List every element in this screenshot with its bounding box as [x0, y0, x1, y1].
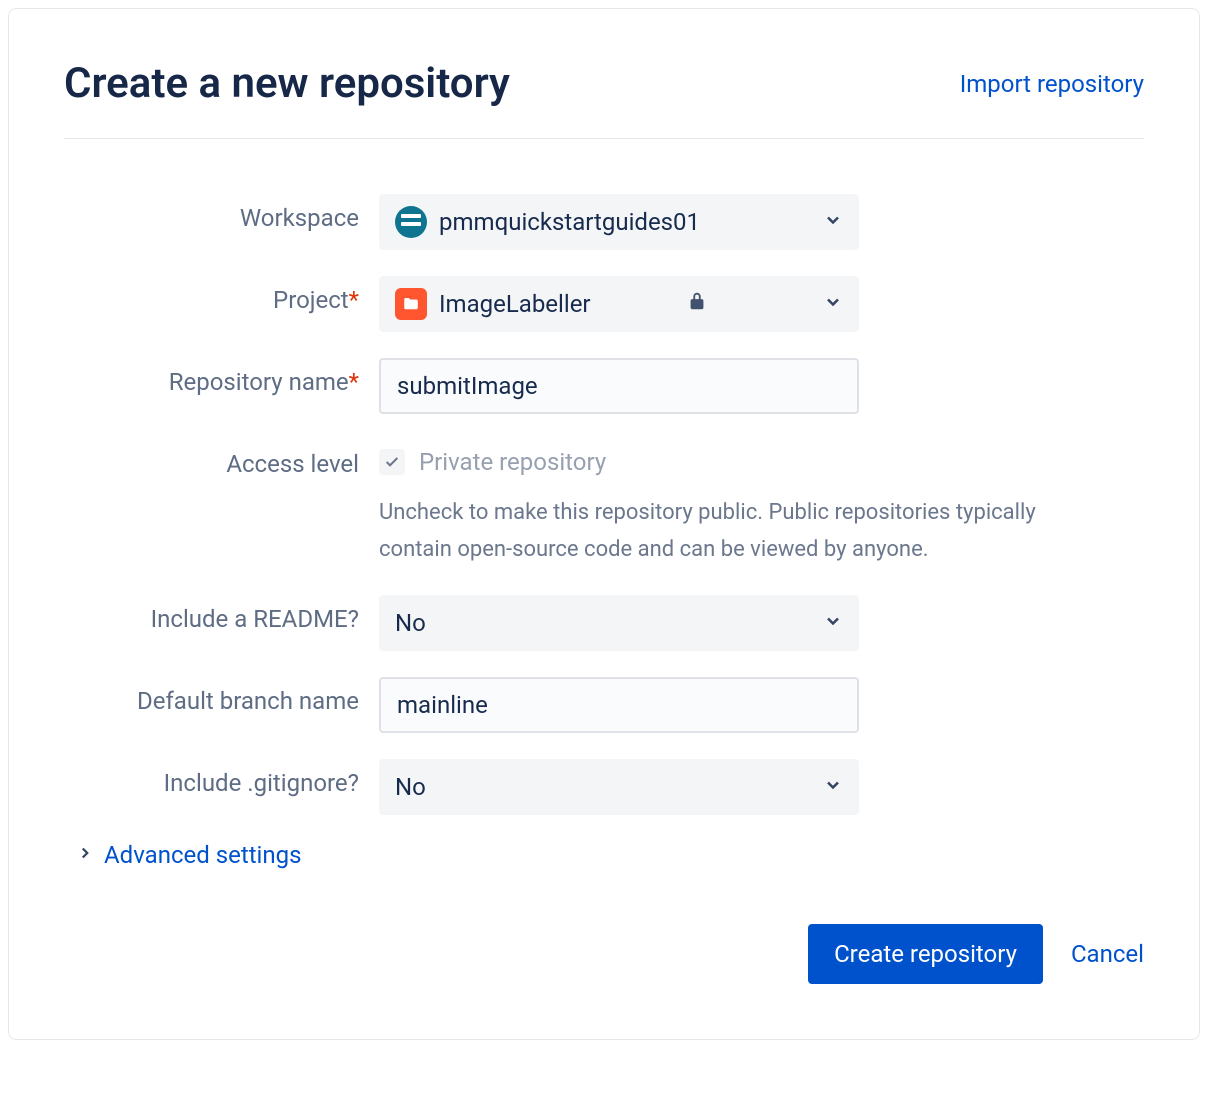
readme-value: No: [395, 609, 426, 637]
repo-name-label: Repository name*: [64, 358, 359, 396]
workspace-label: Workspace: [64, 194, 359, 232]
access-level-help: Uncheck to make this repository public. …: [379, 494, 1059, 569]
private-repo-checkbox-label: Private repository: [419, 448, 606, 476]
project-folder-icon: [395, 288, 427, 320]
chevron-down-icon: [823, 773, 843, 801]
branch-row: Default branch name: [64, 677, 1144, 733]
footer: Create repository Cancel: [64, 924, 1144, 984]
project-select[interactable]: ImageLabeller: [379, 276, 859, 332]
import-repository-link[interactable]: Import repository: [960, 70, 1144, 98]
chevron-down-icon: [823, 290, 843, 318]
chevron-down-icon: [823, 208, 843, 236]
gitignore-select[interactable]: No: [379, 759, 859, 815]
readme-label: Include a README?: [64, 595, 359, 633]
private-repo-checkbox-row: Private repository: [379, 440, 1059, 476]
workspace-avatar-icon: [395, 206, 427, 238]
header: Create a new repository Import repositor…: [64, 59, 1144, 139]
project-label: Project*: [64, 276, 359, 314]
access-level-label: Access level: [64, 440, 359, 478]
required-asterisk: *: [349, 368, 359, 396]
branch-name-input[interactable]: [379, 677, 859, 733]
project-row: Project* ImageLabeller: [64, 276, 1144, 332]
gitignore-label: Include .gitignore?: [64, 759, 359, 797]
repo-name-input[interactable]: [379, 358, 859, 414]
chevron-right-icon: [76, 844, 94, 866]
lock-icon: [686, 290, 708, 318]
chevron-down-icon: [823, 609, 843, 637]
branch-label: Default branch name: [64, 677, 359, 715]
gitignore-row: Include .gitignore? No: [64, 759, 1144, 815]
create-repository-button[interactable]: Create repository: [808, 924, 1043, 984]
required-asterisk: *: [349, 286, 359, 314]
project-value: ImageLabeller: [439, 290, 591, 318]
access-level-row: Access level Private repository Uncheck …: [64, 440, 1144, 569]
workspace-select[interactable]: pmmquickstartguides01: [379, 194, 859, 250]
cancel-button[interactable]: Cancel: [1071, 940, 1144, 968]
readme-row: Include a README? No: [64, 595, 1144, 651]
repo-name-row: Repository name*: [64, 358, 1144, 414]
workspace-row: Workspace pmmquickstartguides01: [64, 194, 1144, 250]
private-repo-checkbox[interactable]: [379, 449, 405, 475]
workspace-value: pmmquickstartguides01: [439, 208, 700, 236]
advanced-settings-toggle[interactable]: Advanced settings: [76, 841, 1144, 869]
page-title: Create a new repository: [64, 59, 510, 108]
create-repo-panel: Create a new repository Import repositor…: [8, 8, 1200, 1040]
gitignore-value: No: [395, 773, 426, 801]
readme-select[interactable]: No: [379, 595, 859, 651]
advanced-settings-label: Advanced settings: [104, 841, 302, 869]
